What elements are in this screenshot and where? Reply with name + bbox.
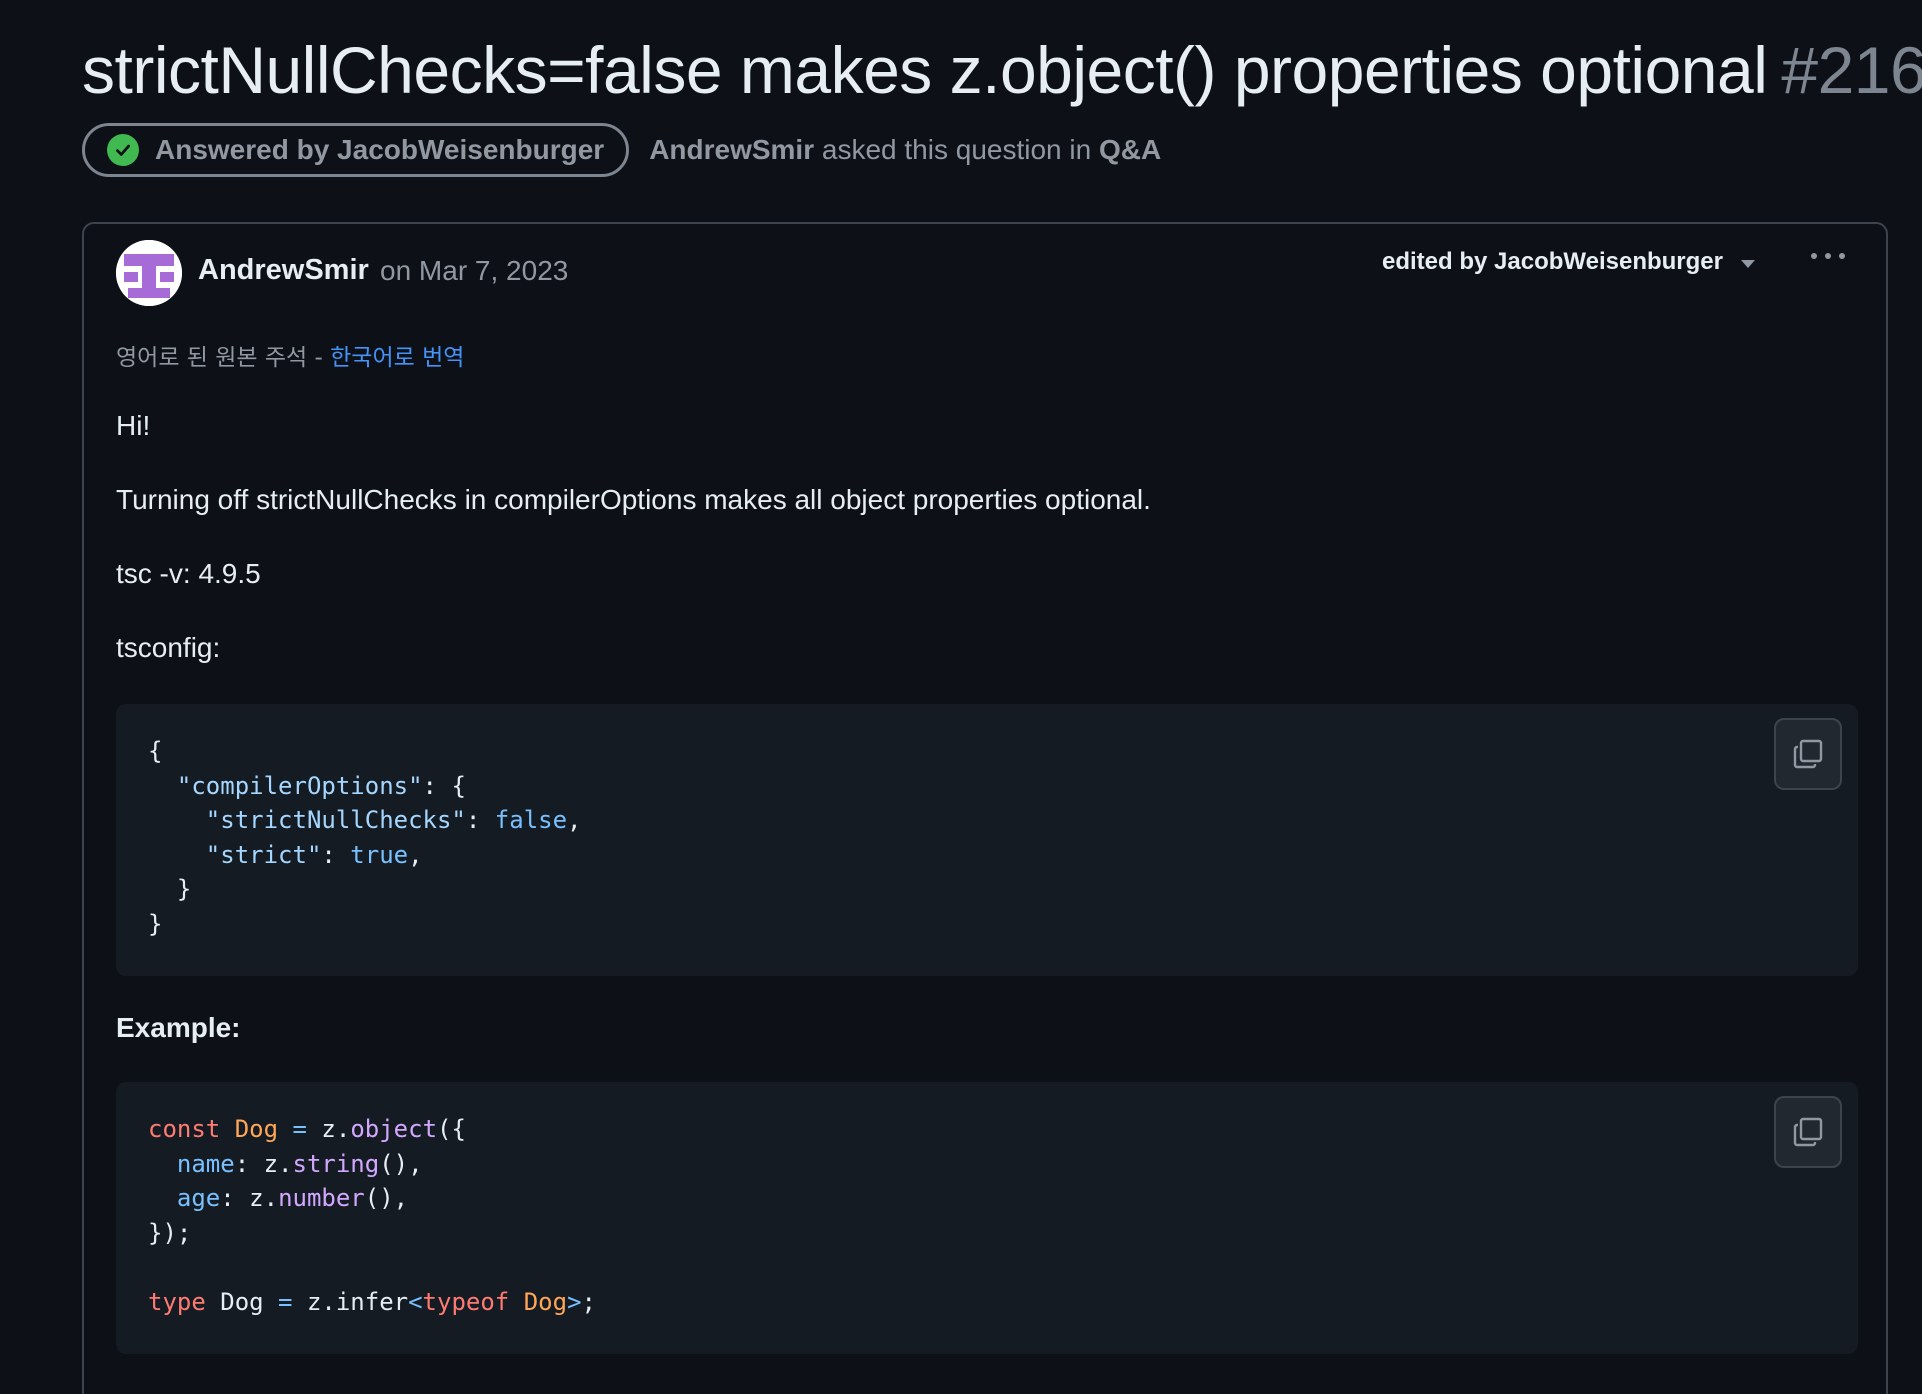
category-link[interactable]: Q&A	[1099, 134, 1161, 165]
translation-note: 영어로 된 원본 주석 - 한국어로 번역	[116, 338, 464, 372]
edited-by-label: edited by JacobWeisenburger	[1382, 248, 1723, 275]
check-circle-icon	[107, 134, 139, 166]
edited-by-dropdown[interactable]: edited by JacobWeisenburger	[1382, 248, 1755, 276]
translation-note-text: 영어로 된 원본 주석 -	[116, 345, 331, 371]
post-author[interactable]: AndrewSmir	[198, 254, 369, 287]
avatar[interactable]	[116, 240, 182, 306]
copy-button[interactable]	[1774, 1096, 1842, 1168]
post-description: Turning off strictNullChecks in compiler…	[116, 484, 1151, 515]
discussion-title: strictNullChecks=false makes z.object() …	[82, 33, 1768, 107]
discussion-post: AndrewSmir on Mar 7, 2023 edited by Jaco…	[82, 222, 1888, 1394]
post-date[interactable]: on Mar 7, 2023	[380, 255, 568, 287]
copy-button[interactable]	[1774, 718, 1842, 790]
discussion-meta: Answered by JacobWeisenburger AndrewSmir…	[82, 120, 1161, 180]
post-tsc-version: tsc -v: 4.9.5	[116, 558, 261, 589]
copy-icon	[1793, 739, 1823, 769]
post-tsconfig-label: tsconfig:	[116, 632, 221, 663]
discussion-number: #2160	[1781, 33, 1922, 107]
example-code-block: const Dog = z.object({ name: z.string(),…	[116, 1082, 1858, 1354]
answered-badge-label: Answered by JacobWeisenburger	[155, 134, 605, 165]
triangle-down-icon	[1740, 260, 1755, 268]
kebab-horizontal-icon[interactable]	[1804, 240, 1852, 272]
post-greeting: Hi!	[116, 410, 151, 441]
asked-text: asked this question in	[821, 134, 1092, 165]
asker-link[interactable]: AndrewSmir	[649, 134, 814, 165]
post-example-label: Example:	[116, 1012, 241, 1043]
page-title: strictNullChecks=false makes z.object() …	[82, 30, 1922, 110]
translate-link[interactable]: 한국어로 번역	[330, 345, 464, 371]
tsconfig-code-block: { "compilerOptions": { "strictNullChecks…	[116, 704, 1858, 976]
copy-icon	[1793, 1117, 1823, 1147]
discussion-page: strictNullChecks=false makes z.object() …	[0, 0, 1922, 1394]
answered-badge[interactable]: Answered by JacobWeisenburger	[82, 123, 630, 177]
asked-info: AndrewSmir asked this question in Q&A	[649, 134, 1161, 166]
